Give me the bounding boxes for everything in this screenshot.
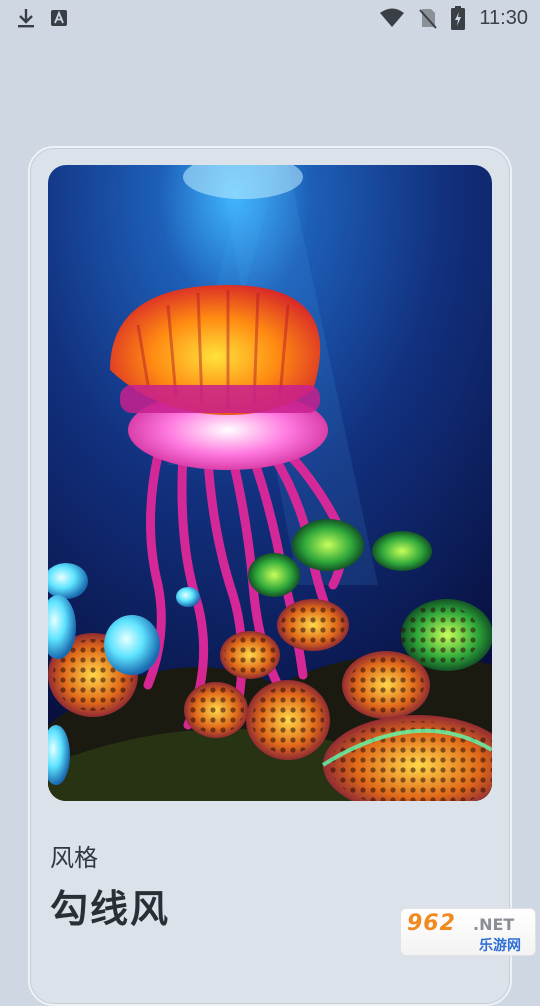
style-name: 勾线风 [50,887,171,931]
status-left [16,7,68,29]
a-notification-icon [50,9,68,27]
artwork-image[interactable] [48,165,492,801]
watermark-text: 乐游网 [479,938,521,954]
watermark-number: 962 [407,911,456,936]
battery-charging-icon [451,6,466,30]
clock: 11:30 [479,6,528,29]
status-right: 11:30 [379,6,528,30]
no-sim-icon [419,7,438,29]
site-watermark: 962 .NET 乐游网 [400,908,536,956]
style-label: 风格 [50,844,98,872]
wifi-icon [379,8,405,28]
download-icon [16,7,36,29]
watermark-suffix: .NET [473,915,515,934]
status-bar: 11:30 [0,0,540,36]
